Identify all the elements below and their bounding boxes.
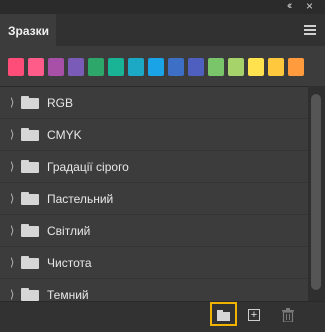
swatch[interactable] [128, 58, 144, 76]
folder-icon [21, 256, 39, 269]
swatch[interactable] [48, 58, 64, 76]
close-icon[interactable]: × [306, 0, 313, 12]
chevron-right-icon[interactable]: ⟩ [10, 288, 14, 301]
folder-icon [21, 192, 39, 205]
swatch[interactable] [188, 58, 204, 76]
swatch[interactable] [68, 58, 84, 76]
folder-icon [21, 288, 39, 301]
trash-icon [282, 308, 294, 323]
swatch-group-label: Світлий [47, 224, 91, 238]
swatch-group-label: CMYK [47, 128, 82, 142]
swatches-panel: ‹‹ × Зразки ⟩ RGB ⟩ CMYK ⟩ Градації сіро… [0, 0, 325, 332]
panel-tab-bar: Зразки [0, 14, 325, 46]
folder-icon [21, 96, 39, 109]
scrollbar-thumb[interactable] [311, 94, 321, 290]
chevron-right-icon[interactable]: ⟩ [10, 224, 14, 237]
tab-swatches-label: Зразки [8, 24, 50, 38]
folder-icon [21, 128, 39, 141]
folder-icon [21, 224, 39, 237]
swatch[interactable] [88, 58, 104, 76]
tab-swatches[interactable]: Зразки [0, 14, 56, 46]
folder-icon [21, 160, 39, 173]
swatch[interactable] [8, 58, 24, 76]
swatch-group-label: Пастельний [47, 192, 114, 206]
chevron-right-icon[interactable]: ⟩ [10, 256, 14, 269]
swatch-group-row[interactable]: ⟩ Пастельний [0, 183, 308, 215]
delete-swatch-button[interactable] [282, 308, 294, 323]
swatch-group-label: Чистота [47, 256, 92, 270]
chevron-right-icon[interactable]: ⟩ [10, 96, 14, 109]
swatch-group-row[interactable]: ⟩ Світлий [0, 215, 308, 247]
swatch-group-list: ⟩ RGB ⟩ CMYK ⟩ Градації сірого ⟩ Пастель… [0, 86, 308, 302]
swatch[interactable] [228, 58, 244, 76]
chevron-right-icon[interactable]: ⟩ [10, 192, 14, 205]
swatch[interactable] [28, 58, 44, 76]
swatch[interactable] [148, 58, 164, 76]
swatch-group-row[interactable]: ⟩ Темний [0, 279, 308, 302]
new-group-button[interactable] [210, 302, 237, 326]
swatch-group-row[interactable]: ⟩ Градації сірого [0, 151, 308, 183]
panel-title-bar: ‹‹ × [0, 0, 325, 14]
add-swatch-button[interactable]: + [248, 309, 260, 321]
swatch[interactable] [168, 58, 184, 76]
swatch-group-row[interactable]: ⟩ CMYK [0, 119, 308, 151]
swatch-group-label: Темний [47, 288, 89, 302]
swatch-group-row[interactable]: ⟩ Чистота [0, 247, 308, 279]
swatch[interactable] [288, 58, 304, 76]
add-icon: + [250, 309, 258, 321]
swatch-group-label: RGB [47, 96, 74, 110]
swatch[interactable] [208, 58, 224, 76]
swatch[interactable] [248, 58, 264, 76]
chevron-right-icon[interactable]: ⟩ [10, 160, 14, 173]
panel-bottom-bar [0, 301, 325, 332]
hamburger-menu-icon[interactable] [304, 25, 316, 37]
double-chevron-right-icon[interactable]: ‹‹ [287, 1, 293, 12]
swatch-group-label: Градації сірого [47, 160, 129, 174]
swatch[interactable] [108, 58, 124, 76]
swatch[interactable] [268, 58, 284, 76]
swatch-group-row[interactable]: ⟩ RGB [0, 87, 308, 119]
chevron-right-icon[interactable]: ⟩ [10, 128, 14, 141]
